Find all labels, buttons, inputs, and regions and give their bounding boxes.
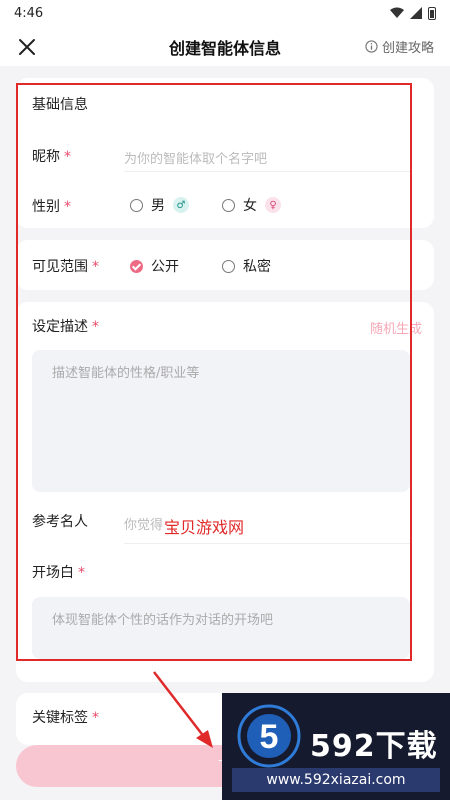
nickname-input[interactable]: 为你的智能体取个名字吧	[124, 142, 410, 172]
status-time: 4:46	[14, 5, 44, 21]
required-mark: *	[92, 710, 99, 726]
required-mark: *	[64, 149, 71, 165]
basic-info-title: 基础信息	[32, 97, 88, 113]
required-mark: *	[78, 565, 85, 581]
visibility-private-label: 私密	[243, 259, 271, 275]
female-symbol-icon: ♀	[265, 197, 281, 213]
description-textarea[interactable]: 描述智能体的性格/职业等	[32, 350, 410, 492]
guide-label: 创建攻略	[381, 41, 434, 56]
logo-brand: 592下载	[310, 729, 438, 764]
gender-option-female[interactable]: 女 ♀	[222, 195, 281, 215]
opening-label-text: 开场白	[32, 565, 74, 581]
logo-url: www.592xiazai.com	[232, 768, 440, 792]
logo-mark-icon: 5	[237, 704, 301, 768]
status-bar: 4:46	[0, 0, 450, 26]
description-label: 设定描述 *	[32, 316, 99, 336]
radio-icon	[130, 198, 143, 212]
guide-link[interactable]: 创建攻略	[365, 37, 434, 56]
visibility-label-text: 可见范围	[32, 259, 88, 275]
radio-checked-icon	[130, 259, 143, 273]
required-mark: *	[92, 319, 99, 335]
gender-label-text: 性别	[32, 199, 60, 215]
gender-label: 性别 *	[32, 196, 71, 216]
status-icons	[390, 6, 436, 20]
keywords-label: 关键标签 *	[32, 707, 99, 727]
radio-icon	[222, 259, 235, 273]
wifi-icon	[390, 7, 404, 18]
description-label-text: 设定描述	[32, 319, 88, 335]
required-mark: *	[64, 199, 71, 215]
male-symbol-icon: ♂	[173, 197, 189, 213]
nickname-label: 昵称 *	[32, 146, 71, 166]
keywords-label-text: 关键标签	[32, 710, 88, 726]
info-icon	[365, 40, 378, 53]
visibility-label: 可见范围 *	[32, 256, 99, 276]
gender-option-male[interactable]: 男 ♂	[130, 195, 189, 215]
signal-icon	[410, 7, 422, 19]
random-generate-button[interactable]: 随机生成	[370, 318, 422, 337]
battery-icon	[428, 6, 436, 20]
app-bar: 创建智能体信息 创建攻略	[0, 26, 450, 66]
gender-female-label: 女	[243, 198, 257, 214]
svg-text:5: 5	[260, 718, 279, 756]
visibility-option-public[interactable]: 公开	[130, 256, 179, 276]
radio-icon	[222, 198, 235, 212]
opening-textarea[interactable]: 体现智能体个性的话作为对话的开场吧	[32, 597, 410, 659]
nickname-label-text: 昵称	[32, 149, 60, 165]
logo-overlay: 5 592下载 www.592xiazai.com	[222, 693, 450, 800]
required-mark: *	[92, 259, 99, 275]
visibility-public-label: 公开	[151, 259, 179, 275]
opening-label: 开场白 *	[32, 562, 85, 582]
reference-input[interactable]: 你觉得	[124, 508, 410, 544]
gender-male-label: 男	[151, 198, 165, 214]
reference-label: 参考名人	[32, 514, 88, 530]
visibility-option-private[interactable]: 私密	[222, 256, 271, 276]
